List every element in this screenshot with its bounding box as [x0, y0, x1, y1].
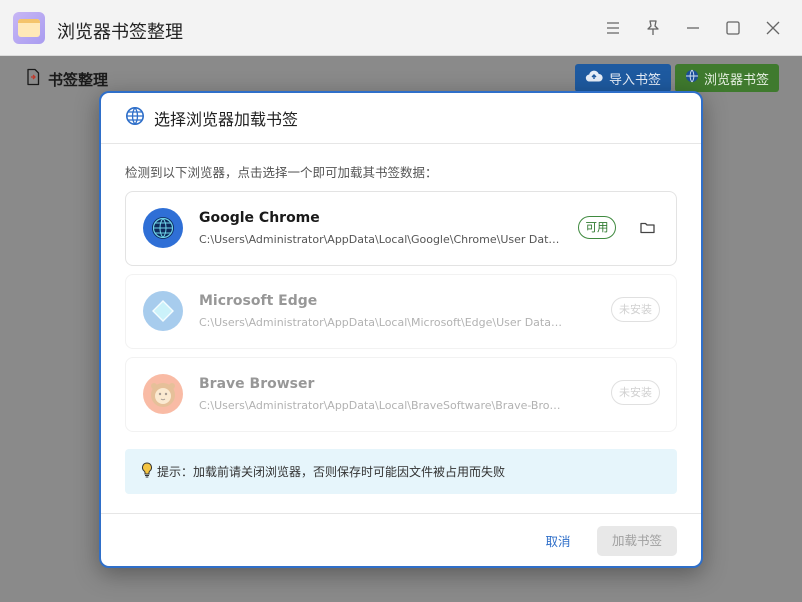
browser-name: Brave Browser: [199, 376, 315, 392]
dialog-description: 检测到以下浏览器，点击选择一个即可加载其书签数据：: [125, 165, 438, 180]
dialog-header: 选择浏览器加载书签: [101, 93, 701, 144]
browser-name: Google Chrome: [199, 210, 320, 226]
tip-banner: 提示：加载前请关闭浏览器，否则保存时可能因文件被占用而失败: [125, 449, 677, 494]
bookmark-file-icon: [24, 68, 42, 90]
browser-option-brave: Brave Browser C:\Users\Administrator\App…: [125, 357, 677, 432]
status-badge: 可用: [578, 216, 616, 239]
browser-path: C:\Users\Administrator\AppData\Local\Goo…: [199, 233, 564, 246]
maximize-icon[interactable]: [723, 18, 743, 38]
window-title: 浏览器书签整理: [57, 22, 183, 43]
browser-name: Microsoft Edge: [199, 293, 318, 309]
browser-bookmarks-button[interactable]: 浏览器书签: [675, 64, 779, 92]
status-badge: 未安装: [611, 380, 660, 405]
browser-option-edge: Microsoft Edge C:\Users\Administrator\Ap…: [125, 274, 677, 349]
browser-bookmarks-label: 浏览器书签: [703, 72, 769, 88]
lightbulb-icon: [141, 461, 153, 482]
pin-icon[interactable]: [643, 18, 663, 38]
close-icon[interactable]: [763, 18, 783, 38]
page-heading-text: 书签整理: [48, 70, 109, 89]
open-folder-icon[interactable]: [639, 219, 656, 236]
cloud-upload-icon: [585, 69, 603, 87]
app-logo-icon: [13, 12, 45, 44]
tip-text: 提示：加载前请关闭浏览器，否则保存时可能因文件被占用而失败: [157, 465, 506, 479]
dialog-title: 选择浏览器加载书签: [154, 110, 299, 129]
status-badge: 未安装: [611, 297, 660, 322]
import-bookmarks-button[interactable]: 导入书签: [575, 64, 671, 92]
title-bar: 浏览器书签整理: [0, 0, 802, 56]
import-bookmarks-label: 导入书签: [608, 72, 661, 88]
page-heading: 书签整理: [24, 68, 108, 90]
cancel-button[interactable]: 取消: [533, 528, 583, 556]
edge-diamond-icon: [143, 291, 183, 331]
browser-path: C:\Users\Administrator\AppData\Local\Mic…: [199, 316, 564, 329]
globe-icon: [685, 69, 699, 87]
chrome-globe-icon: [143, 208, 183, 248]
browser-option-chrome[interactable]: Google Chrome C:\Users\Administrator\App…: [125, 191, 677, 266]
dialog-footer-divider: [101, 513, 701, 514]
load-bookmarks-button[interactable]: 加载书签: [597, 526, 677, 556]
minimize-icon[interactable]: [683, 18, 703, 38]
browser-path: C:\Users\Administrator\AppData\Local\Bra…: [199, 399, 564, 412]
brave-lion-icon: [143, 374, 183, 414]
menu-icon[interactable]: [603, 18, 623, 38]
select-browser-dialog: 选择浏览器加载书签 检测到以下浏览器，点击选择一个即可加载其书签数据： Goog…: [99, 91, 703, 568]
globe-icon: [125, 106, 145, 130]
